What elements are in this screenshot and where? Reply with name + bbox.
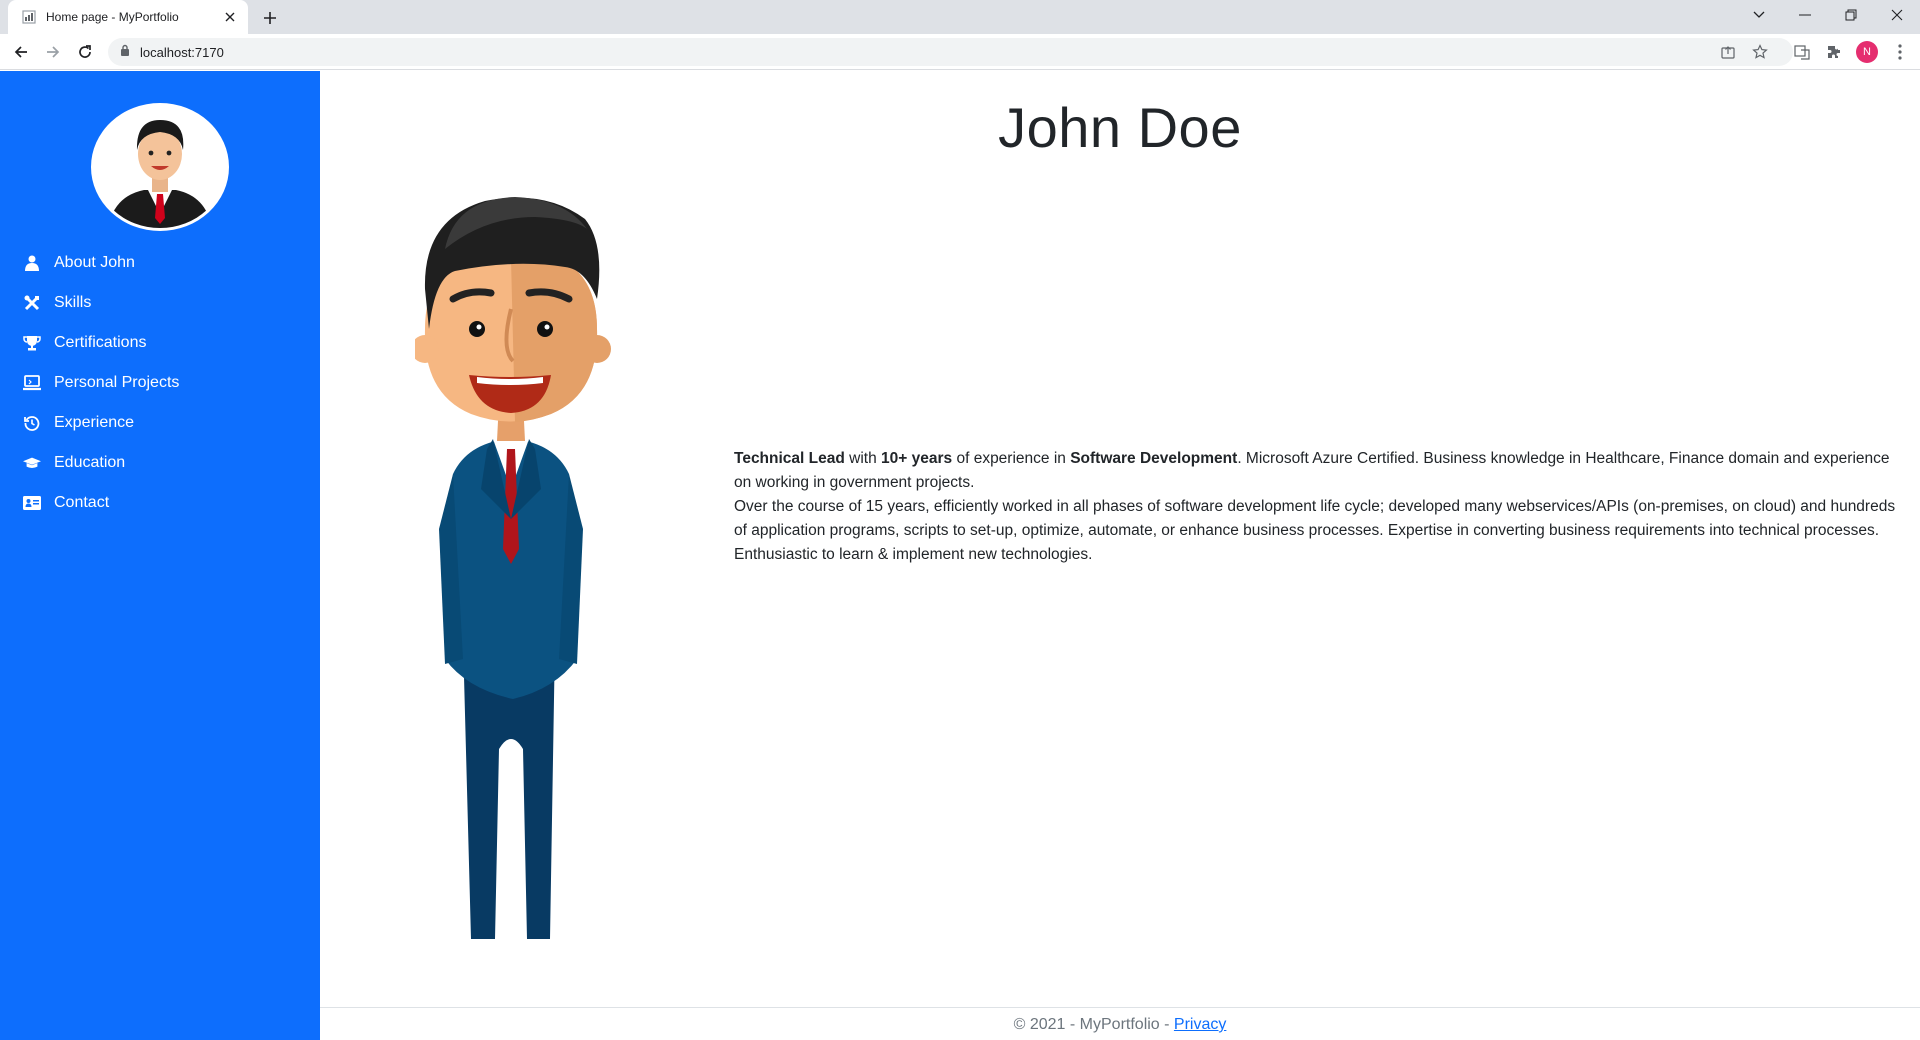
minimize-icon[interactable] xyxy=(1782,0,1828,30)
close-window-icon[interactable] xyxy=(1874,0,1920,30)
sidebar-item-skills[interactable]: Skills xyxy=(0,283,320,323)
bookmark-star-icon[interactable] xyxy=(1752,44,1768,60)
address-card-icon xyxy=(23,494,41,512)
page-icon xyxy=(22,10,36,24)
sidebar-item-label: Experience xyxy=(54,414,135,431)
sidebar-item-label: Personal Projects xyxy=(54,374,180,391)
tab-strip: Home page - MyPortfolio xyxy=(0,0,1920,34)
new-tab-button[interactable] xyxy=(258,7,282,29)
browser-toolbar: localhost:7170 xyxy=(0,34,1920,70)
tools-icon xyxy=(23,294,41,312)
restore-icon[interactable] xyxy=(1828,0,1874,30)
cartoon-character-illustration xyxy=(411,189,645,939)
trophy-icon xyxy=(23,334,41,352)
browser-tab[interactable]: Home page - MyPortfolio xyxy=(8,0,248,34)
sidebar-item-experience[interactable]: Experience xyxy=(0,403,320,443)
share-icon[interactable] xyxy=(1720,44,1736,60)
sidebar-item-about[interactable]: About John xyxy=(0,243,320,283)
sidebar-item-label: Education xyxy=(54,454,126,471)
main-content: John Doe Technical Lead with 10+ years o… xyxy=(320,71,1920,1040)
profile-avatar-image xyxy=(91,103,229,231)
url-text: localhost:7170 xyxy=(140,44,224,60)
bio-text-segment: of experience in xyxy=(952,450,1071,467)
sidebar-nav: About John Skills Certifications Persona… xyxy=(0,243,320,523)
user-icon xyxy=(23,254,41,272)
sidebar-item-contact[interactable]: Contact xyxy=(0,483,320,523)
sidebar-item-certifications[interactable]: Certifications xyxy=(0,323,320,363)
tab-title: Home page - MyPortfolio xyxy=(46,10,179,24)
sidebar-item-label: Contact xyxy=(54,494,110,511)
bio-text-segment: with xyxy=(844,450,882,467)
sidebar-item-label: Skills xyxy=(54,294,92,311)
footer: © 2021 - MyPortfolio - Privacy xyxy=(320,1007,1920,1040)
sidebar: About John Skills Certifications Persona… xyxy=(0,71,320,1040)
sidebar-item-personal-projects[interactable]: Personal Projects xyxy=(0,363,320,403)
bio-text: Technical Lead with 10+ years of experie… xyxy=(734,447,1899,567)
lock-icon xyxy=(120,43,130,61)
sidebar-item-label: About John xyxy=(54,254,135,271)
bio-highlight-role: Technical Lead xyxy=(734,450,845,467)
translate-icon[interactable] xyxy=(1792,42,1812,62)
bio-highlight-years: 10+ years xyxy=(881,450,953,467)
menu-kebab-icon[interactable] xyxy=(1890,42,1910,62)
close-tab-icon[interactable] xyxy=(222,9,238,25)
page-title: John Doe xyxy=(998,96,1242,159)
tab-search-icon[interactable] xyxy=(1736,0,1782,30)
bio-paragraph-2: Over the course of 15 years, efficiently… xyxy=(734,498,1896,563)
graduation-cap-icon xyxy=(23,454,41,472)
reload-icon[interactable] xyxy=(71,38,99,66)
sidebar-item-education[interactable]: Education xyxy=(0,443,320,483)
extensions-icon[interactable] xyxy=(1824,42,1844,62)
back-icon[interactable] xyxy=(7,38,35,66)
history-icon xyxy=(23,414,41,432)
laptop-icon xyxy=(23,374,41,392)
forward-icon[interactable] xyxy=(39,38,67,66)
profile-avatar[interactable]: N xyxy=(1856,41,1878,63)
address-bar[interactable]: localhost:7170 xyxy=(108,38,1793,66)
bio-highlight-field: Software Development xyxy=(1070,450,1238,467)
sidebar-item-label: Certifications xyxy=(54,334,147,351)
bio-paragraph-1: Technical Lead with 10+ years of experie… xyxy=(734,447,1899,495)
privacy-link[interactable]: Privacy xyxy=(1174,1016,1226,1033)
footer-copyright: © 2021 - MyPortfolio - xyxy=(1013,1016,1174,1033)
